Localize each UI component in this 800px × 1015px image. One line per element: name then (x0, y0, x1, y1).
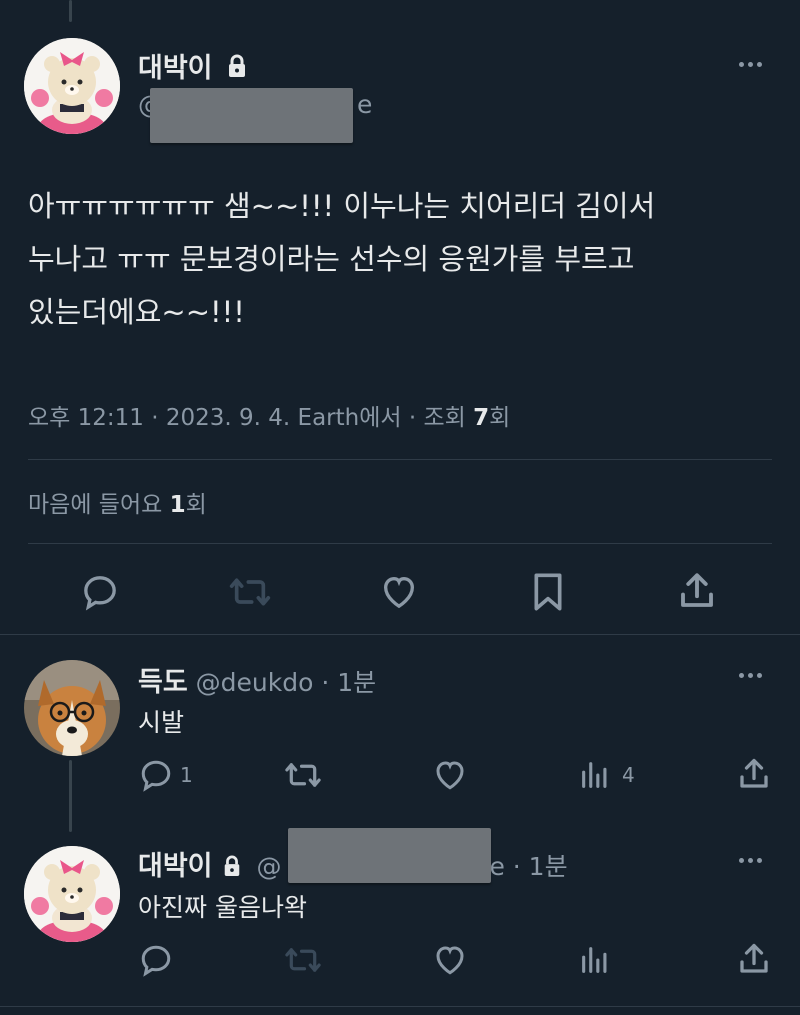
tweet-source: Earth에서 (297, 405, 402, 431)
likes-unit: 회 (185, 492, 207, 518)
thread-line-top (69, 0, 72, 22)
more-icon[interactable] (739, 673, 762, 678)
retweet-icon (285, 763, 321, 787)
like-button[interactable] (432, 942, 468, 978)
reply-icon (84, 576, 116, 611)
views-label: 조회 (423, 405, 474, 431)
bookmark-button[interactable] (528, 570, 568, 614)
bookmark-icon (534, 573, 562, 611)
reply-header: 득도 @deukdo · 1분 (138, 660, 376, 699)
tweet-meta: 오후 12:11 · 2023. 9. 4. Earth에서 · 조회 7회 (28, 398, 510, 432)
share-button[interactable] (736, 755, 772, 793)
lock-icon (222, 854, 242, 883)
tweet-time[interactable]: 오후 12:11 (28, 405, 144, 431)
views-count: 4 (622, 763, 635, 787)
retweet-button[interactable] (228, 572, 272, 612)
avatar[interactable] (24, 846, 120, 942)
bear-avatar-image (24, 38, 120, 134)
reply-time[interactable]: 1분 (529, 852, 568, 881)
likes-count: 1 (169, 492, 186, 518)
reply-button[interactable]: 1 (138, 757, 193, 793)
views-count: 7 (473, 405, 490, 431)
likes-summary[interactable]: 마음에 들어요 1회 (28, 485, 207, 519)
retweet-button[interactable] (284, 942, 322, 978)
like-button[interactable] (378, 572, 420, 612)
share-button[interactable] (736, 940, 772, 978)
display-name-text[interactable]: 대박이 (138, 53, 213, 84)
reply-icon (141, 760, 171, 792)
handle-prefix: @ (256, 852, 282, 881)
tweet-text: 아ㅠㅠㅠㅠㅠㅠ 샘~~!!! 이누나는 치어리더 김이서 누나고 ㅠㅠ 문보경이… (28, 180, 788, 339)
meta-separator: · (143, 405, 166, 431)
tweet-text-line: 아ㅠㅠㅠㅠㅠㅠ 샘~~!!! 이누나는 치어리더 김이서 (28, 189, 656, 223)
thread-line (69, 760, 72, 832)
likes-label: 마음에 들어요 (28, 492, 170, 518)
avatar[interactable] (24, 660, 120, 756)
reply-button[interactable] (80, 572, 120, 612)
share-icon (681, 573, 713, 607)
bear-avatar-image (24, 846, 120, 942)
display-name[interactable]: 대박이 (138, 46, 248, 85)
like-icon (436, 946, 464, 975)
reply-count: 1 (180, 763, 193, 787)
like-icon (383, 576, 415, 609)
share-button[interactable] (676, 570, 718, 612)
views-icon (582, 762, 607, 788)
tweet-text-line: 있는더에요~~!!! (28, 295, 245, 329)
divider (0, 634, 800, 635)
divider (0, 1006, 800, 1007)
lock-icon (226, 54, 248, 85)
reply-text: 시발 (138, 708, 185, 737)
retweet-icon (285, 948, 321, 972)
retweet-button[interactable] (284, 757, 322, 793)
views-icon (582, 947, 607, 973)
share-icon (740, 943, 768, 973)
reply-icon (141, 945, 171, 977)
reply-text: 아진짜 울음나왁 (138, 893, 307, 922)
avatar[interactable] (24, 38, 120, 134)
divider (28, 543, 772, 544)
meta-separator: · (313, 668, 338, 697)
display-name[interactable]: 득도 (138, 667, 188, 698)
redaction-box (288, 828, 491, 883)
tweet-date[interactable]: 2023. 9. 4. (166, 405, 290, 431)
more-icon[interactable] (739, 858, 762, 863)
display-name[interactable]: 대박이 (138, 851, 213, 882)
handle-suffix: e (357, 90, 373, 119)
reply-time[interactable]: 1분 (337, 668, 376, 697)
views-button[interactable] (578, 942, 612, 978)
share-icon (740, 758, 768, 788)
redaction-box (150, 88, 353, 143)
handle-suffix: e (489, 852, 505, 881)
meta-separator: · (401, 405, 424, 431)
handle[interactable]: @deukdo (196, 668, 314, 697)
views-unit: 회 (489, 405, 511, 431)
meta-separator: · (504, 852, 529, 881)
reply-button[interactable] (138, 942, 174, 978)
meta-space (290, 405, 297, 431)
tweet-text-line: 누나고 ㅠㅠ 문보경이라는 선수의 응원가를 부르고 (28, 242, 635, 276)
retweet-icon (229, 578, 271, 606)
like-icon (436, 761, 464, 790)
more-icon[interactable] (739, 62, 762, 67)
like-button[interactable] (432, 757, 468, 793)
views-button[interactable]: 4 (578, 757, 635, 793)
divider (28, 459, 772, 460)
dog-avatar-image (24, 660, 120, 756)
